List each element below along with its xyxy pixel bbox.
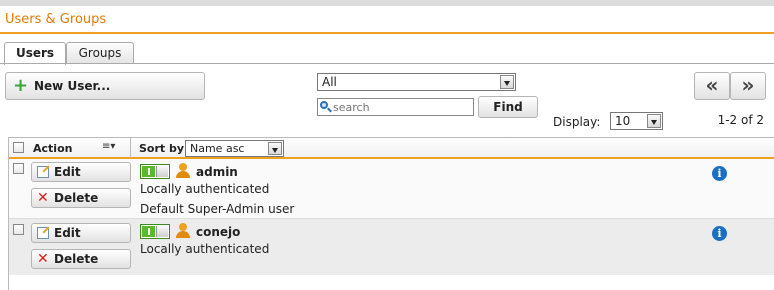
table-row: Edit ✕ Delete admin Locally authenticate… [9, 159, 774, 219]
action-header: Action [33, 142, 73, 155]
column-separator [130, 138, 131, 158]
sort-label: Sort by: [139, 142, 189, 155]
display-select[interactable]: 10 [610, 112, 663, 130]
info-icon[interactable]: i [712, 166, 727, 181]
result-count: 1-2 of 2 [717, 113, 764, 127]
title-divider [0, 32, 774, 34]
tab-users[interactable]: Users [4, 42, 66, 65]
table-row: Edit ✕ Delete conejo Locally authenticat… [9, 219, 774, 275]
find-button[interactable]: Find [478, 96, 538, 118]
row-checkbox[interactable] [13, 224, 24, 235]
search-field[interactable] [317, 98, 474, 116]
select-all-checkbox[interactable] [13, 142, 24, 153]
delete-label: Delete [54, 252, 99, 266]
display-value: 10 [615, 114, 631, 128]
auth-method: Locally authenticated [140, 182, 270, 196]
column-menu-icon[interactable]: ≡▾ [102, 141, 115, 152]
page-title: Users & Groups [5, 12, 107, 27]
users-grid: Action ≡▾ Sort by: Name asc Edit ✕ Delet… [8, 137, 774, 290]
magnifier-icon [320, 101, 328, 109]
tab-groups[interactable]: Groups [66, 42, 134, 64]
edit-button[interactable]: Edit [31, 162, 131, 182]
top-strip [0, 0, 774, 6]
display-label: Display: [553, 115, 601, 129]
grid-header: Action ≡▾ Sort by: Name asc [9, 137, 774, 159]
dropdown-arrow-icon [647, 114, 661, 128]
filter-select[interactable]: All [317, 73, 516, 91]
dropdown-arrow-icon [500, 75, 514, 89]
edit-icon [37, 166, 49, 178]
enabled-toggle[interactable] [140, 224, 170, 239]
user-icon [175, 223, 191, 239]
user-icon [175, 163, 191, 179]
delete-button[interactable]: ✕ Delete [31, 188, 131, 208]
search-input[interactable] [333, 99, 471, 115]
dropdown-arrow-icon [268, 142, 282, 155]
info-icon[interactable]: i [712, 226, 727, 241]
prev-page-button[interactable]: « [694, 72, 730, 100]
filter-value: All [322, 75, 337, 89]
delete-button[interactable]: ✕ Delete [31, 249, 131, 269]
edit-icon [37, 227, 49, 239]
row-checkbox[interactable] [13, 163, 24, 174]
edit-label: Edit [54, 226, 81, 240]
plus-icon: + [13, 75, 29, 96]
user-description: Default Super-Admin user [140, 202, 295, 216]
delete-x-icon: ✕ [37, 251, 49, 267]
next-page-button[interactable]: » [730, 72, 766, 100]
sort-select[interactable]: Name asc [185, 140, 284, 157]
delete-label: Delete [54, 191, 99, 205]
tab-divider [0, 63, 774, 64]
user-name[interactable]: admin [196, 165, 238, 179]
auth-method: Locally authenticated [140, 242, 270, 256]
new-user-button[interactable]: + New User... [5, 72, 205, 100]
edit-button[interactable]: Edit [31, 223, 131, 243]
user-name[interactable]: conejo [196, 225, 240, 239]
sort-value: Name asc [190, 142, 245, 155]
new-user-label: New User... [34, 79, 111, 93]
enabled-toggle[interactable] [140, 164, 170, 179]
delete-x-icon: ✕ [37, 190, 49, 206]
edit-label: Edit [54, 165, 81, 179]
